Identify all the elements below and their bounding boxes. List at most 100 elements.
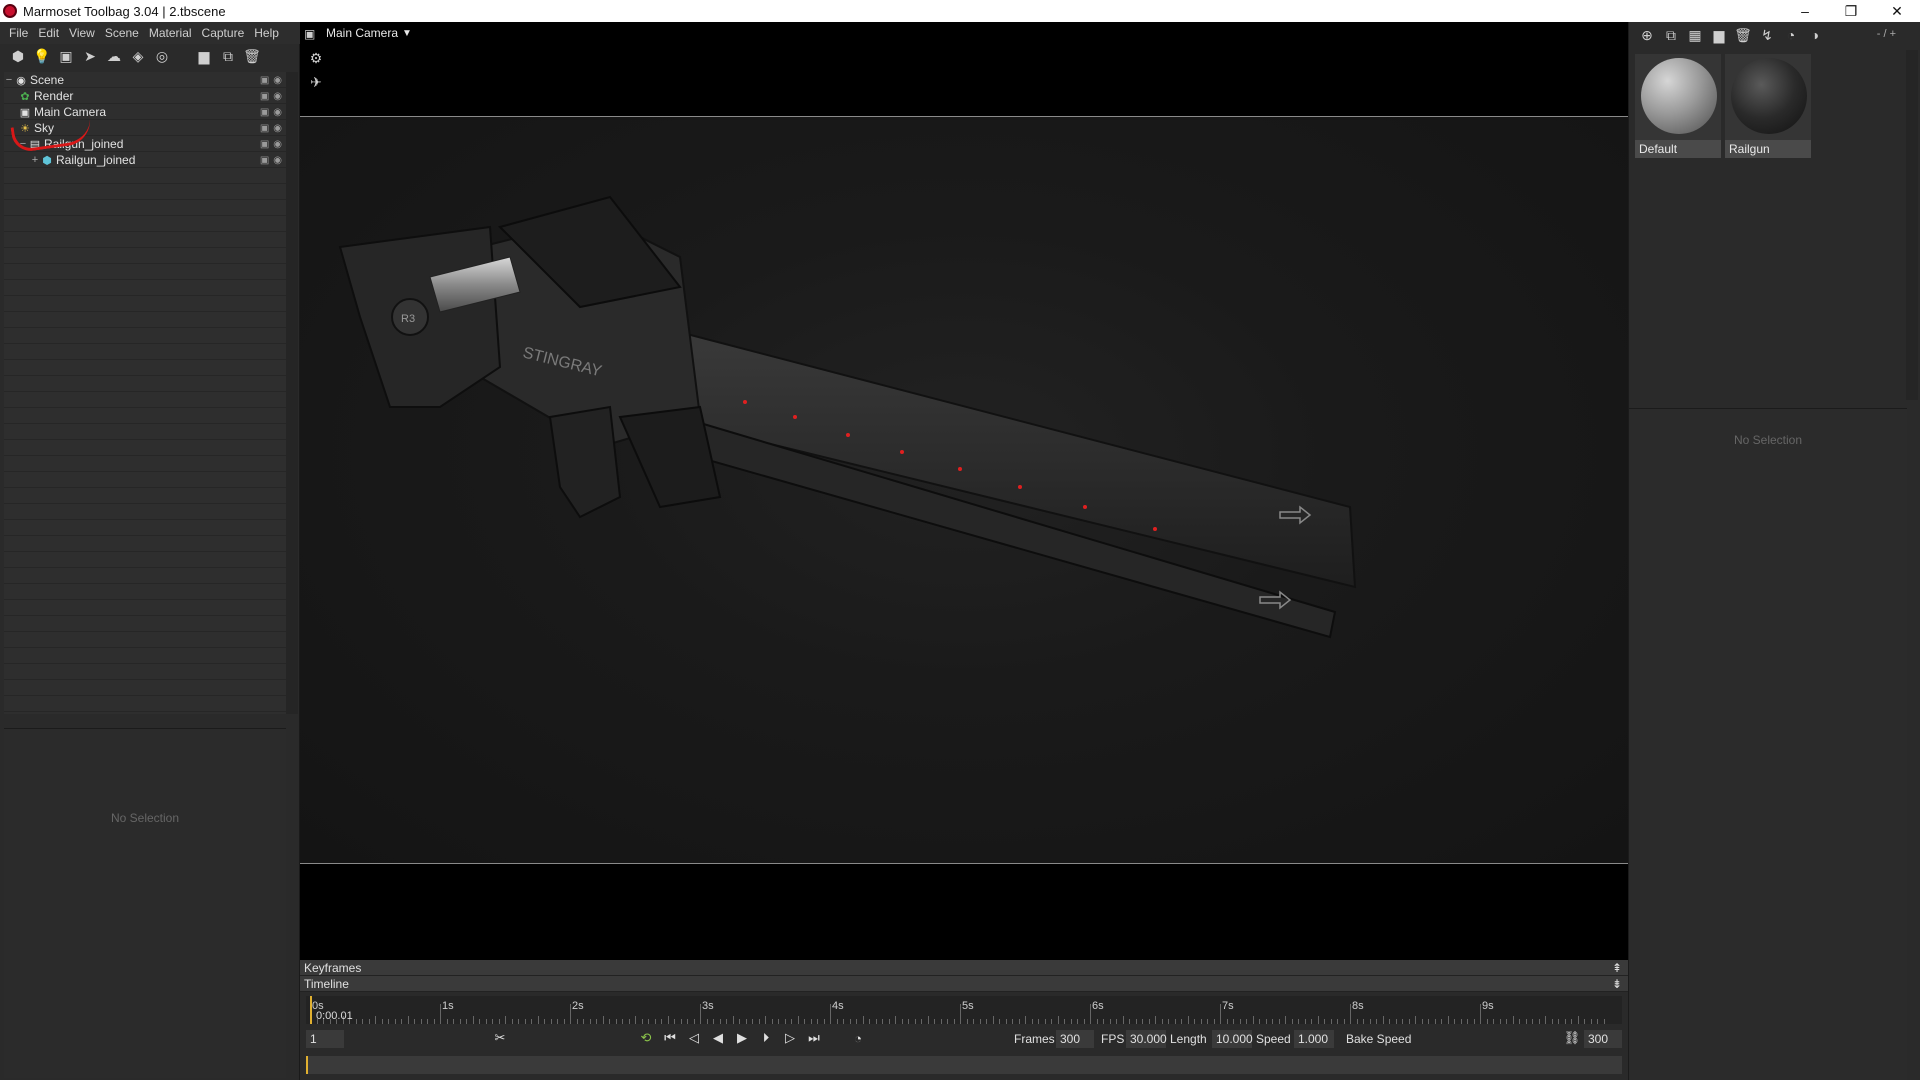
materials-scrollbar[interactable] (1906, 50, 1918, 400)
visibility-eye-icon[interactable]: ◉ (273, 91, 282, 102)
viewport[interactable]: ▣ Main Camera ▼ ⚙ ✈ R3 STINGRAY (300, 22, 1628, 960)
folder-icon[interactable]: ▆ (1707, 25, 1731, 45)
timeline-header[interactable]: Timeline ⇟ (300, 976, 1628, 992)
playhead[interactable] (310, 996, 312, 1024)
pick-icon[interactable]: ◔ (1779, 25, 1803, 45)
scrub-cursor[interactable] (306, 1056, 308, 1074)
keyframes-header[interactable]: Keyframes ⇞ (300, 960, 1628, 976)
lock-icon[interactable]: ▣ (260, 75, 269, 86)
scene-tree-scrollbar[interactable] (286, 72, 298, 714)
play-icon[interactable]: ▶ (732, 1028, 752, 1048)
assign-icon[interactable]: ↯ (1755, 25, 1779, 45)
ruler-tick (518, 1019, 519, 1024)
add-object-icon[interactable]: ⬢ (6, 46, 30, 66)
tree-item-scene[interactable]: − ◉ Scene ▣ ◉ (4, 72, 286, 88)
visibility-eye-icon[interactable]: ◉ (273, 139, 282, 150)
step-forward-icon[interactable]: ⏵ (756, 1028, 776, 1048)
render-frame[interactable]: R3 STINGRAY (300, 116, 1628, 864)
lock-icon[interactable]: ▣ (260, 155, 269, 166)
lock-icon[interactable]: ▣ (260, 107, 269, 118)
material-card-default[interactable]: Default (1635, 54, 1721, 158)
app-logo-icon (3, 4, 17, 18)
duplicate-material-icon[interactable]: ⧉ (1659, 25, 1683, 45)
menu-scene[interactable]: Scene (100, 26, 144, 40)
loop-icon[interactable]: ⟲ (636, 1028, 656, 1048)
add-material-icon[interactable]: ⊕ (1635, 25, 1659, 45)
add-baker-icon[interactable]: ◎ (150, 46, 174, 66)
visibility-eye-icon[interactable]: ◉ (273, 123, 282, 134)
expand-icon[interactable]: + (30, 154, 40, 166)
frame-field[interactable]: 1 (306, 1030, 344, 1048)
delete-icon[interactable]: 🗑 (1731, 25, 1755, 45)
menu-capture[interactable]: Capture (197, 26, 250, 40)
clear-icon[interactable]: ◑ (1803, 25, 1827, 45)
ruler-tick (888, 1019, 890, 1024)
material-label: Default (1635, 140, 1721, 158)
ruler-tick (1220, 1004, 1221, 1024)
menu-edit[interactable]: Edit (33, 26, 64, 40)
gear-icon[interactable]: ⚙ (304, 48, 328, 68)
add-camera-icon[interactable]: ▣ (54, 46, 78, 66)
timeline-ruler[interactable]: 0s 1s 2s 3s 4s 5s 6s 7s 8s 9s 0:00.01 (306, 996, 1622, 1024)
visibility-eye-icon[interactable]: ◉ (273, 155, 282, 166)
lock-icon[interactable]: ▣ (260, 123, 269, 134)
frames-field[interactable]: 300 (1056, 1030, 1094, 1048)
ruler-tick (433, 1019, 435, 1024)
chevron-down-icon[interactable]: ▼ (402, 28, 412, 39)
ruler-tick (427, 1019, 428, 1024)
ruler-tick (1571, 1019, 1572, 1024)
duplicate-icon[interactable]: ⧉ (216, 46, 240, 66)
add-light-icon[interactable]: 💡 (30, 46, 54, 66)
add-shadow-catcher-icon[interactable]: ➤ (78, 46, 102, 66)
rocket-icon[interactable]: ✈ (304, 72, 328, 92)
timeline-scrub-bar[interactable] (306, 1056, 1622, 1074)
cut-icon[interactable]: ✂ (490, 1028, 510, 1048)
next-key-icon[interactable]: ▷ (780, 1028, 800, 1048)
tree-item-railgun-mesh[interactable]: + ⬢ Railgun_joined ▣ ◉ (4, 152, 286, 168)
link-icon[interactable]: ⛓ (1562, 1028, 1582, 1048)
menu-file[interactable]: File (4, 26, 33, 40)
collapse-down-icon[interactable]: ⇟ (1612, 976, 1622, 992)
prev-key-icon[interactable]: ◁ (684, 1028, 704, 1048)
fps-field[interactable]: 30.000 (1126, 1030, 1167, 1048)
menu-help[interactable]: Help (249, 26, 284, 40)
ruler-tick (1486, 1019, 1488, 1024)
length-field[interactable]: 10.000 (1212, 1030, 1253, 1048)
menu-view[interactable]: View (64, 26, 100, 40)
ruler-tick (817, 1019, 818, 1024)
ruler-tick (589, 1019, 591, 1024)
delete-icon[interactable]: 🗑 (240, 46, 264, 66)
ruler-tick (1532, 1019, 1533, 1024)
tree-item-main-camera[interactable]: ▣ Main Camera ▣ ◉ (4, 104, 286, 120)
step-back-icon[interactable]: ◀ (708, 1028, 728, 1048)
end-frame-field[interactable]: 300 (1584, 1030, 1622, 1048)
collapse-icon[interactable]: − (4, 74, 14, 86)
skip-start-icon[interactable]: ⏮ (660, 1028, 680, 1048)
add-fog-icon[interactable]: ☁ (102, 46, 126, 66)
checker-icon[interactable]: ▦ (1683, 25, 1707, 45)
visibility-eye-icon[interactable]: ◉ (273, 75, 282, 86)
ruler-tick (1116, 1019, 1117, 1024)
add-turntable-icon[interactable]: ◈ (126, 46, 150, 66)
minimize-button[interactable]: – (1782, 0, 1828, 22)
length-label: Length (1170, 1032, 1207, 1046)
material-card-railgun[interactable]: Railgun (1725, 54, 1811, 158)
tree-item-label: Railgun_joined (56, 153, 136, 167)
speed-field[interactable]: 1.000 (1294, 1030, 1334, 1048)
camera-dropdown[interactable]: Main Camera (326, 26, 398, 40)
close-button[interactable]: ✕ (1874, 0, 1920, 22)
ruler-tick (693, 1019, 695, 1024)
speed-dial-icon[interactable]: ◔ (848, 1028, 868, 1048)
lock-icon[interactable]: ▣ (260, 91, 269, 102)
visibility-eye-icon[interactable]: ◉ (273, 107, 282, 118)
bake-speed-button[interactable]: Bake Speed (1346, 1030, 1411, 1048)
skip-end-icon[interactable]: ⏭ (804, 1028, 824, 1048)
collapse-up-icon[interactable]: ⇞ (1612, 960, 1622, 976)
ruler-tick (1155, 1016, 1156, 1024)
tree-item-render[interactable]: ✿ Render ▣ ◉ (4, 88, 286, 104)
restore-button[interactable]: ❐ (1828, 0, 1874, 22)
folder-icon[interactable]: ▆ (192, 46, 216, 66)
right-properties-panel: No Selection (1629, 408, 1907, 1080)
lock-icon[interactable]: ▣ (260, 139, 269, 150)
menu-material[interactable]: Material (144, 26, 197, 40)
